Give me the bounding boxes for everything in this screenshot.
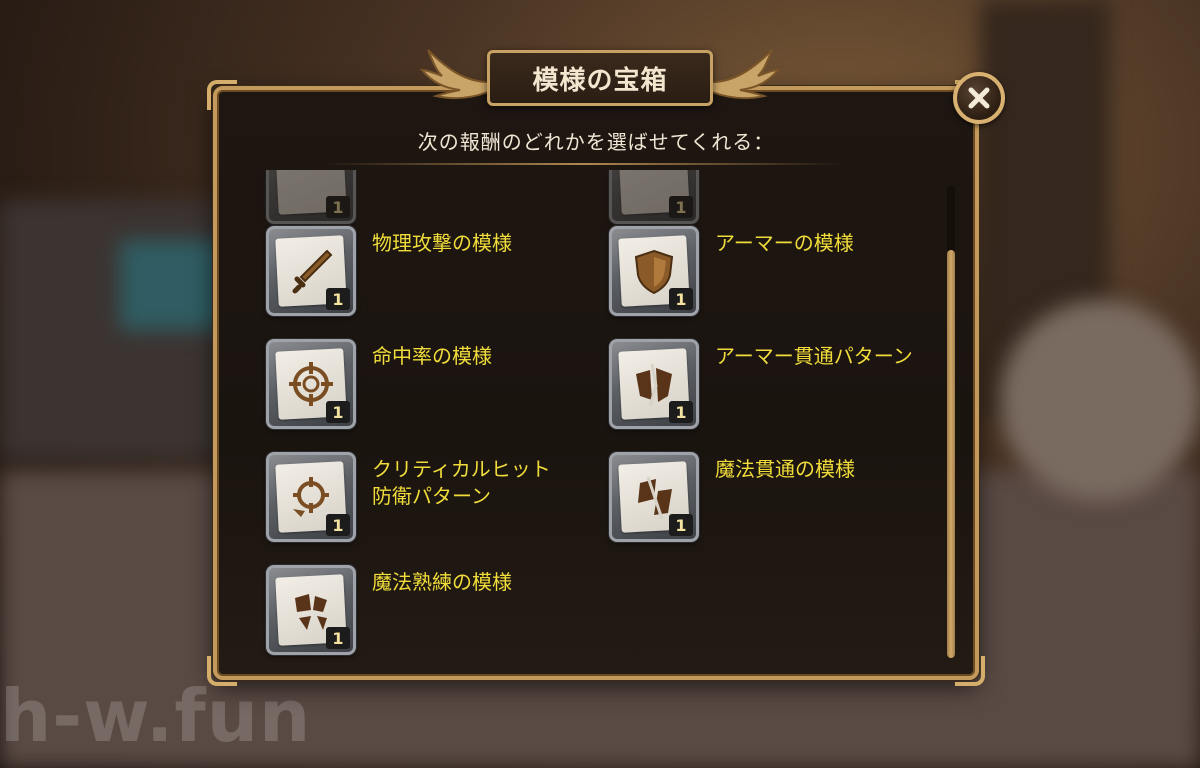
item-tile: 1	[266, 565, 356, 655]
item-name: クリティカルヒット 防衛パターン	[372, 457, 551, 508]
item-tile: 1	[609, 339, 699, 429]
item-quantity: 1	[326, 514, 350, 536]
item-name: 物理攻撃の模様	[372, 231, 512, 255]
reward-item-crit-defense[interactable]: 1 クリティカルヒット 防衛パターン	[250, 452, 580, 544]
item-quantity: 1	[326, 627, 350, 649]
item-tile: 1	[609, 226, 699, 316]
item-tile: 1	[266, 170, 356, 224]
reward-item-partial[interactable]: 1	[250, 170, 580, 226]
left-wing-ornament	[420, 49, 489, 100]
item-tile: 1	[266, 226, 356, 316]
scrollbar-track[interactable]	[947, 186, 955, 658]
scrollbar-thumb[interactable]	[947, 250, 955, 658]
divider	[323, 163, 843, 165]
reward-list[interactable]: 1 1 1 物理攻撃の模様 1 アーマーの模様 1 命中率の模様 1 アーマー貫…	[250, 170, 940, 670]
dialog-title: 模様の宝箱	[487, 50, 713, 106]
item-name: 命中率の模様	[372, 344, 492, 368]
panel-corner-ornament	[207, 656, 237, 686]
right-wing-ornament	[711, 49, 780, 100]
item-tile: 1	[609, 452, 699, 542]
item-tile: 1	[266, 339, 356, 429]
item-tile: 1	[609, 170, 699, 224]
item-tile: 1	[266, 452, 356, 542]
panel-corner-ornament	[207, 80, 237, 110]
reward-item-partial[interactable]: 1	[593, 170, 923, 226]
dialog-subtitle: 次の報酬のどれかを選ばせてくれる：	[417, 130, 775, 154]
reward-item-armor[interactable]: 1 アーマーの模様	[593, 226, 923, 318]
item-quantity: 1	[669, 288, 693, 310]
reward-item-magic-penetration[interactable]: 1 魔法貫通の模様	[593, 452, 923, 544]
reward-item-armor-penetration[interactable]: 1 アーマー貫通パターン	[593, 339, 923, 431]
item-quantity: 1	[326, 401, 350, 423]
item-name: アーマーの模様	[715, 231, 854, 255]
item-name: 魔法熟練の模様	[372, 570, 512, 594]
close-button[interactable]	[953, 72, 1005, 124]
watermark-text: h-w.fun	[0, 674, 312, 758]
reward-item-physical-attack[interactable]: 1 物理攻撃の模様	[250, 226, 580, 318]
panel-corner-ornament	[955, 656, 985, 686]
item-quantity: 1	[669, 514, 693, 536]
close-x-icon	[968, 87, 990, 109]
item-quantity: 1	[669, 401, 693, 423]
item-name: アーマー貫通パターン	[715, 344, 913, 368]
reward-item-magic-mastery[interactable]: 1 魔法熟練の模様	[250, 565, 580, 657]
item-quantity: 1	[326, 196, 350, 218]
item-quantity: 1	[326, 288, 350, 310]
item-name: 魔法貫通の模様	[715, 457, 855, 481]
item-quantity: 1	[669, 196, 693, 218]
reward-item-accuracy[interactable]: 1 命中率の模様	[250, 339, 580, 431]
